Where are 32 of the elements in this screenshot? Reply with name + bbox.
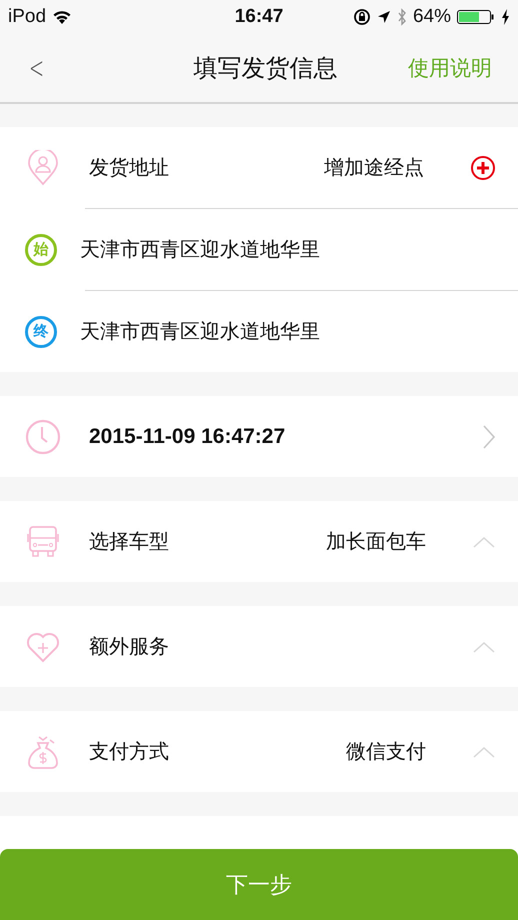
battery-icon <box>456 9 495 25</box>
stop-badge: 终 <box>25 316 57 348</box>
location-arrow-icon <box>376 10 391 24</box>
battery-percent: 64% <box>412 6 451 28</box>
chevron-up-icon <box>472 744 496 758</box>
option-value: 加长面包车 <box>326 528 426 555</box>
back-button[interactable]: < <box>26 50 47 86</box>
wifi-icon <box>52 10 72 24</box>
address-text[interactable]: 天津市西青区迎水道地华里 <box>80 236 320 263</box>
truck-icon <box>25 524 61 560</box>
date-time-text: 2015-11-09 16:47:27 <box>89 424 286 448</box>
chevron-up-icon <box>472 534 496 548</box>
money-bag-icon <box>25 734 61 770</box>
option-label: 选择车型 <box>89 528 170 555</box>
bluetooth-icon <box>396 8 407 26</box>
status-time: 16:47 <box>234 6 284 28</box>
charging-icon <box>500 9 510 25</box>
option-label: 支付方式 <box>89 738 170 765</box>
person-pin-icon <box>25 150 61 186</box>
stop-badge: 始 <box>25 234 57 266</box>
add-waypoint-link[interactable]: 增加途经点 <box>324 154 424 181</box>
carrier-name: iPod <box>8 6 46 28</box>
chevron-right-icon <box>482 424 496 450</box>
rotation-lock-icon <box>352 8 371 26</box>
add-circle-icon <box>470 154 496 180</box>
option-value: 微信支付 <box>346 738 426 765</box>
chevron-up-icon <box>472 640 496 654</box>
page-title: 填写发货信息 <box>194 53 338 84</box>
address-text[interactable]: 天津市西青区迎水道地华里 <box>80 318 320 345</box>
clock-icon <box>25 418 61 454</box>
option-label: 额外服务 <box>89 633 170 660</box>
address-label: 发货地址 <box>89 154 170 181</box>
